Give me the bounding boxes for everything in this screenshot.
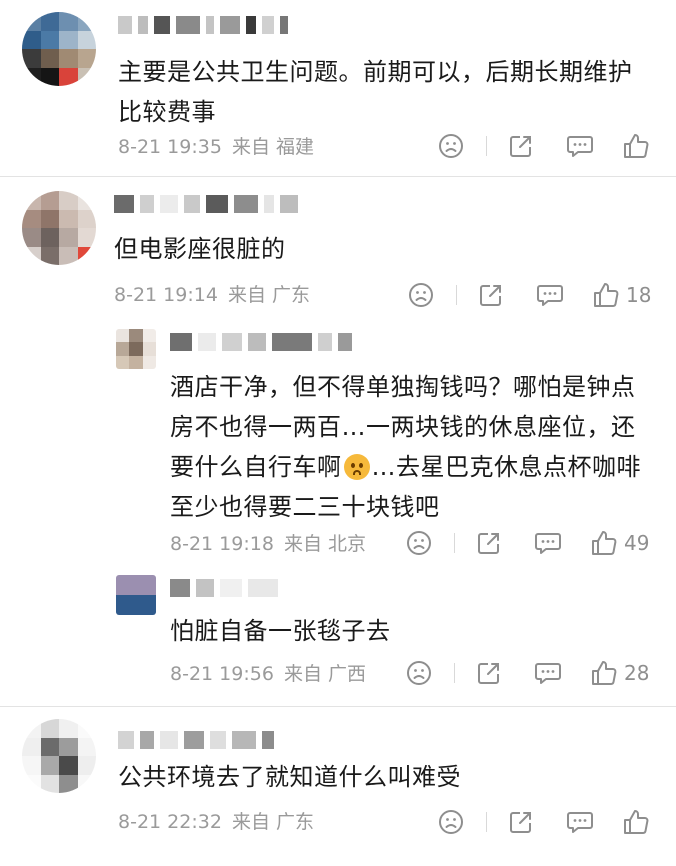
like-button[interactable]: 28 [590, 657, 649, 689]
frown-icon [407, 661, 431, 685]
like-button[interactable]: 49 [590, 527, 649, 559]
share-icon [480, 285, 501, 306]
comment-feed: 主要是公共卫生问题。前期可以，后期长期维护 比较费事 8-21 19:35 来自… [0, 0, 676, 866]
like-count: 49 [624, 531, 650, 555]
share-button[interactable] [476, 657, 502, 689]
like-button[interactable] [622, 130, 656, 162]
dislike-button[interactable] [438, 806, 464, 838]
frown-icon [439, 134, 463, 158]
divider [454, 533, 455, 553]
comment-actions: 18 [0, 279, 676, 311]
share-button[interactable] [508, 130, 534, 162]
reply-button[interactable] [536, 279, 564, 311]
dislike-button[interactable] [438, 130, 464, 162]
thumbs-up-icon [624, 810, 649, 834]
thumbs-up-icon [592, 531, 617, 555]
share-icon [510, 812, 531, 833]
username-blurred[interactable] [118, 14, 288, 36]
like-button[interactable]: 18 [592, 279, 651, 311]
dislike-button[interactable] [408, 279, 434, 311]
avatar[interactable] [22, 191, 96, 265]
frown-icon [409, 283, 433, 307]
share-button[interactable] [508, 806, 534, 838]
like-button[interactable] [622, 806, 656, 838]
reply-actions: 49 [0, 527, 676, 559]
comment-icon [567, 812, 593, 833]
dislike-button[interactable] [406, 527, 432, 559]
reply-item: 怕脏自备一张毯子去 8-21 19:56 来自 广西 28 [0, 571, 676, 691]
like-count: 28 [624, 661, 650, 685]
username-blurred[interactable] [170, 577, 278, 599]
share-button[interactable] [476, 527, 502, 559]
comment-item: 主要是公共卫生问题。前期可以，后期长期维护 比较费事 8-21 19:35 来自… [0, 0, 676, 175]
avatar[interactable] [22, 719, 96, 793]
divider [486, 136, 487, 156]
divider [454, 663, 455, 683]
avatar[interactable] [116, 575, 156, 615]
reply-button[interactable] [566, 806, 594, 838]
comment-item: 公共环境去了就知道什么叫难受 8-21 22:32 来自 广东 [0, 707, 676, 866]
share-icon [478, 533, 499, 554]
comment-icon [567, 136, 593, 157]
thumbs-up-icon [592, 661, 617, 685]
comment-text: 公共环境去了就知道什么叫难受 [118, 763, 461, 791]
reply-text: 酒店干净，但不得单独掏钱吗？哪怕是钟点 房不也得一两百…一两块钱的休息座位，还 … [170, 373, 641, 521]
divider [456, 285, 457, 305]
share-button[interactable] [478, 279, 504, 311]
username-blurred[interactable] [118, 729, 274, 751]
thumbs-up-icon [594, 283, 619, 307]
comment-actions [0, 130, 676, 162]
username-blurred[interactable] [170, 331, 352, 353]
comment-actions [0, 806, 676, 838]
divider [486, 812, 487, 832]
reply-actions: 28 [0, 657, 676, 689]
reply-item: 酒店干净，但不得单独掏钱吗？哪怕是钟点 房不也得一两百…一两块钱的休息座位，还 … [0, 323, 676, 573]
comment-item: 但电影座很脏的 8-21 19:14 来自 广东 18 酒店干净，但不得单独掏钱… [0, 177, 676, 705]
like-count: 18 [626, 283, 652, 307]
comment-icon [537, 285, 563, 306]
comment-text: 但电影座很脏的 [114, 235, 286, 263]
reply-button[interactable] [566, 130, 594, 162]
reply-button[interactable] [534, 527, 562, 559]
comment-text: 主要是公共卫生问题。前期可以，后期长期维护 比较费事 [118, 58, 633, 126]
frown-icon [407, 531, 431, 555]
avatar[interactable] [22, 12, 96, 86]
comment-icon [535, 533, 561, 554]
avatar[interactable] [116, 329, 156, 369]
comment-icon [535, 663, 561, 684]
thumbs-up-icon [624, 134, 649, 158]
reply-button[interactable] [534, 657, 562, 689]
reply-text: 怕脏自备一张毯子去 [170, 617, 391, 645]
dislike-button[interactable] [406, 657, 432, 689]
share-icon [478, 663, 499, 684]
frowning-face-emoji [343, 454, 370, 480]
frown-icon [439, 810, 463, 834]
share-icon [510, 136, 531, 157]
username-blurred[interactable] [114, 193, 298, 215]
